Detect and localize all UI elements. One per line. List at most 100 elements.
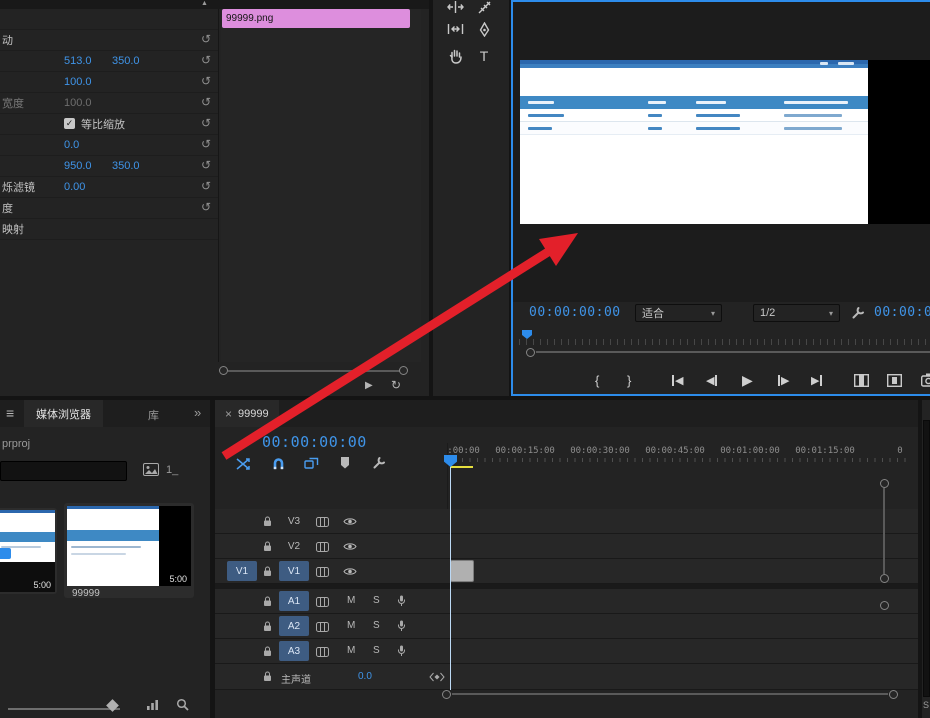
lock-icon[interactable] <box>263 646 272 657</box>
eye-icon[interactable] <box>343 542 357 551</box>
track-style-icon[interactable] <box>316 542 329 552</box>
tab-libraries[interactable]: 库 <box>148 407 159 423</box>
fx-hscroll-left-handle[interactable] <box>219 366 228 375</box>
collapse-arrow-icon[interactable]: ▲ <box>201 0 208 7</box>
anchor-y-value[interactable]: 350.0 <box>112 160 140 172</box>
media-item-1[interactable]: 5:00 <box>0 508 57 594</box>
track-a2-name[interactable]: A2 <box>279 616 309 636</box>
loop-playback-icon[interactable]: ↻ <box>391 378 401 392</box>
track-style-icon[interactable] <box>316 517 329 527</box>
timeline-timecode[interactable]: 00:00:00:00 <box>262 433 367 451</box>
fx-hscroll-track[interactable] <box>228 370 400 372</box>
zoom-select[interactable]: 1/2▾ <box>753 304 840 322</box>
timeline-vscroll-track[interactable] <box>883 488 885 574</box>
reset-antiflicker-icon[interactable]: ↺ <box>201 179 211 193</box>
lock-icon[interactable] <box>263 566 272 577</box>
timeline-vscroll-audio-handle[interactable] <box>880 601 889 610</box>
mute-button[interactable]: M <box>347 645 355 656</box>
media-item-2[interactable]: 5:00 99999 <box>64 503 194 598</box>
reset-opacity-icon[interactable]: ↺ <box>201 200 211 214</box>
reset-scale-icon[interactable]: ↺ <box>201 74 211 88</box>
track-v2-name[interactable]: V2 <box>279 536 309 556</box>
program-hscroll-handle[interactable] <box>526 348 535 357</box>
reset-uniform-icon[interactable]: ↺ <box>201 116 211 130</box>
anchor-x-value[interactable]: 950.0 <box>64 160 92 172</box>
rotation-value[interactable]: 0.0 <box>64 139 79 151</box>
snap-magnet-icon[interactable] <box>272 457 285 470</box>
timeline-hscroll-left-handle[interactable] <box>442 690 451 699</box>
source-patch-v1[interactable]: V1 <box>227 561 257 581</box>
eye-icon[interactable] <box>343 517 357 526</box>
track-v1-name[interactable]: V1 <box>279 561 309 581</box>
play-audio-icon[interactable]: ▶ <box>365 380 373 391</box>
timeline-settings-wrench-icon[interactable] <box>372 456 386 470</box>
search-icon[interactable] <box>176 698 189 711</box>
track-a3-name[interactable]: A3 <box>279 641 309 661</box>
hand-tool[interactable] <box>445 46 465 66</box>
mark-out-button[interactable]: } <box>627 371 631 389</box>
razor-tool[interactable] <box>474 0 494 17</box>
monitor-settings-wrench-icon[interactable] <box>851 306 865 320</box>
track-style-icon[interactable] <box>316 622 329 632</box>
fx-divider[interactable] <box>218 9 219 362</box>
timeline-hscroll-right-handle[interactable] <box>889 690 898 699</box>
track-style-icon[interactable] <box>316 567 329 577</box>
step-forward-button[interactable]: ▶ <box>777 371 789 389</box>
v1-clip[interactable] <box>450 560 474 582</box>
fx-hscroll-right-handle[interactable] <box>399 366 408 375</box>
sort-bars-icon[interactable] <box>146 699 159 711</box>
mic-icon[interactable] <box>397 645 406 657</box>
solo-button[interactable]: S <box>373 595 380 606</box>
export-frame-button[interactable] <box>921 371 930 389</box>
program-hscroll-track[interactable] <box>536 351 930 353</box>
insert-as-nest-icon[interactable] <box>236 457 252 470</box>
go-to-in-button[interactable]: ◀ <box>671 371 683 389</box>
ripple-edit-tool[interactable] <box>445 0 465 17</box>
eye-icon[interactable] <box>343 567 357 576</box>
keyframe-nav-icon[interactable] <box>429 672 445 682</box>
panel-menu-icon[interactable]: ≡ <box>6 405 14 421</box>
playhead-line[interactable] <box>450 467 451 690</box>
timeline-ruler[interactable]: 00:00:00:00 00:00:15:00 00:00:30:00 00:0… <box>447 443 907 463</box>
go-to-out-button[interactable]: ▶ <box>811 371 823 389</box>
slip-tool[interactable] <box>445 19 465 39</box>
program-time-ruler[interactable] <box>519 335 927 345</box>
mic-icon[interactable] <box>397 595 406 607</box>
type-tool[interactable]: T <box>474 46 494 66</box>
media-search-input[interactable] <box>0 461 127 481</box>
track-style-icon[interactable] <box>316 597 329 607</box>
extract-button[interactable] <box>887 371 902 389</box>
program-timecode[interactable]: 00:00:00:00 <box>529 305 621 320</box>
mic-icon[interactable] <box>397 620 406 632</box>
fx-clip-bar[interactable]: 99999.png <box>222 9 410 28</box>
reset-anchor-icon[interactable]: ↺ <box>201 158 211 172</box>
close-icon[interactable]: × <box>225 407 232 421</box>
play-button[interactable]: ▶ <box>742 371 753 389</box>
thumb-zoom-slider-track[interactable] <box>8 708 120 710</box>
uniform-scale-checkbox[interactable]: ✓ <box>64 118 75 129</box>
reset-rotation-icon[interactable]: ↺ <box>201 137 211 151</box>
step-back-button[interactable]: ◀ <box>706 371 718 389</box>
reset-motion-icon[interactable]: ↺ <box>201 32 211 46</box>
lock-icon[interactable] <box>263 671 272 682</box>
meter-solo-label[interactable]: S <box>923 700 929 710</box>
fit-select[interactable]: 适合▾ <box>635 304 722 322</box>
fx-mini-timeline[interactable]: 99999.png <box>221 9 421 362</box>
track-a1-name[interactable]: A1 <box>279 591 309 611</box>
lock-icon[interactable] <box>263 621 272 632</box>
marker-icon[interactable] <box>340 456 350 469</box>
solo-button[interactable]: S <box>373 620 380 631</box>
lock-icon[interactable] <box>263 541 272 552</box>
lock-icon[interactable] <box>263 516 272 527</box>
position-x-value[interactable]: 513.0 <box>64 55 92 67</box>
mark-in-button[interactable]: { <box>595 371 599 389</box>
track-v3-name[interactable]: V3 <box>279 511 309 531</box>
linked-selection-icon[interactable] <box>304 457 319 470</box>
track-style-icon[interactable] <box>316 647 329 657</box>
timeline-vscroll-bottom-handle[interactable] <box>880 574 889 583</box>
media-view-icon[interactable] <box>143 463 159 476</box>
solo-button[interactable]: S <box>373 645 380 656</box>
master-volume-value[interactable]: 0.0 <box>358 671 372 682</box>
thumb-zoom-slider-handle[interactable] <box>106 699 119 712</box>
lock-icon[interactable] <box>263 596 272 607</box>
